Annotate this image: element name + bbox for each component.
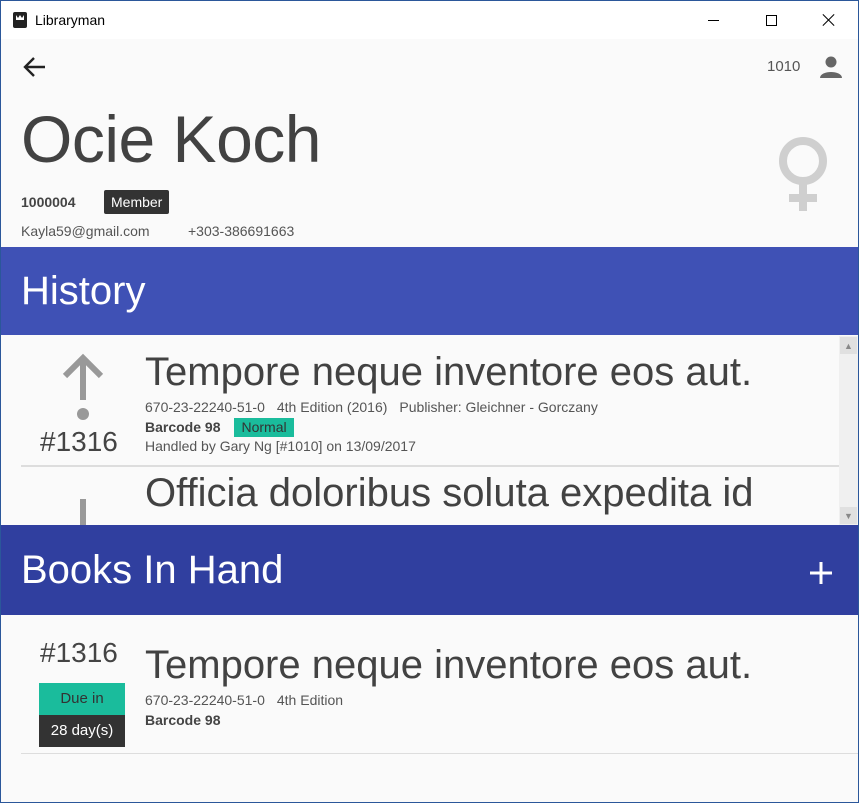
close-icon: [822, 13, 836, 27]
due-label: Due in: [39, 683, 125, 715]
book-in-hand-meta: 670-23-22240-51-0 4th Edition: [145, 692, 355, 708]
back-button[interactable]: [19, 51, 51, 83]
history-book-title: Tempore neque inventore eos aut.: [145, 350, 753, 394]
book-in-hand-item[interactable]: #1316 Due in 28 day(s) Tempore neque inv…: [21, 615, 858, 754]
female-icon: [767, 131, 839, 217]
history-barcode-line: Barcode 98 Normal: [145, 418, 306, 437]
arrow-left-icon: [23, 57, 45, 77]
minimize-button[interactable]: [684, 1, 742, 39]
title-bar: Libraryman: [1, 1, 858, 39]
arrow-down-icon: [67, 499, 99, 525]
minimize-icon: [707, 19, 719, 21]
history-book-meta: 670-23-22240-51-0 4th Edition (2016) Publi…: [145, 399, 610, 415]
member-id: 1000004: [21, 194, 76, 210]
current-user-id: 1010: [767, 58, 801, 75]
book-publisher: Publisher: Gleichner - Gorczany: [399, 399, 598, 415]
books-in-hand-title: Books In Hand: [21, 548, 284, 592]
maximize-button[interactable]: [742, 1, 800, 39]
history-list[interactable]: #1316 Tempore neque inventore eos aut. 6…: [1, 336, 839, 525]
books-in-hand-section-header: Books In Hand: [1, 525, 858, 615]
scroll-down-button[interactable]: ▼: [840, 507, 857, 524]
app-window: Libraryman 1010 Ocie Koch 1000004 Member…: [0, 0, 859, 803]
history-item-number: #1316: [40, 426, 118, 457]
history-item[interactable]: Officia doloribus soluta expedita id: [21, 469, 839, 525]
due-value: 28 day(s): [39, 715, 125, 747]
book-isbn: 670-23-22240-51-0: [145, 692, 265, 708]
book-edition: 4th Edition (2016): [276, 399, 388, 415]
app-logo-icon: [13, 12, 27, 28]
arrow-up-icon: [62, 353, 104, 420]
history-scrollbar[interactable]: ▲ ▼: [839, 336, 858, 525]
due-badge: Due in 28 day(s): [39, 683, 125, 747]
account-button[interactable]: [818, 54, 844, 80]
maximize-icon: [765, 14, 777, 26]
history-title: History: [21, 269, 146, 313]
history-book-title: Officia doloribus soluta expedita id: [145, 471, 754, 515]
book-edition: 4th Edition: [276, 692, 344, 708]
member-role-badge: Member: [104, 190, 170, 214]
scroll-up-button[interactable]: ▲: [840, 337, 857, 354]
book-isbn: 670-23-22240-51-0: [145, 399, 265, 415]
plus-icon: [810, 562, 832, 584]
handled-by: Handled by Gary Ng [#1010] on 13/09/2017: [145, 438, 416, 454]
book-in-hand-title: Tempore neque inventore eos aut.: [145, 643, 753, 687]
book-in-hand-number: #1316: [40, 637, 118, 668]
condition-badge: Normal: [234, 418, 294, 437]
person-icon: [820, 56, 842, 78]
book-barcode: Barcode 98: [145, 712, 221, 728]
member-name: Ocie Koch: [21, 102, 321, 176]
member-email: Kayla59@gmail.com: [21, 223, 150, 239]
history-section-header: History: [1, 247, 858, 335]
window-title: Libraryman: [35, 12, 106, 28]
member-phone: +303-386691663: [188, 223, 295, 239]
book-barcode: Barcode 98: [145, 419, 221, 435]
add-book-button[interactable]: [801, 553, 841, 593]
history-item[interactable]: #1316 Tempore neque inventore eos aut. 6…: [21, 336, 839, 467]
close-button[interactable]: [800, 1, 858, 39]
